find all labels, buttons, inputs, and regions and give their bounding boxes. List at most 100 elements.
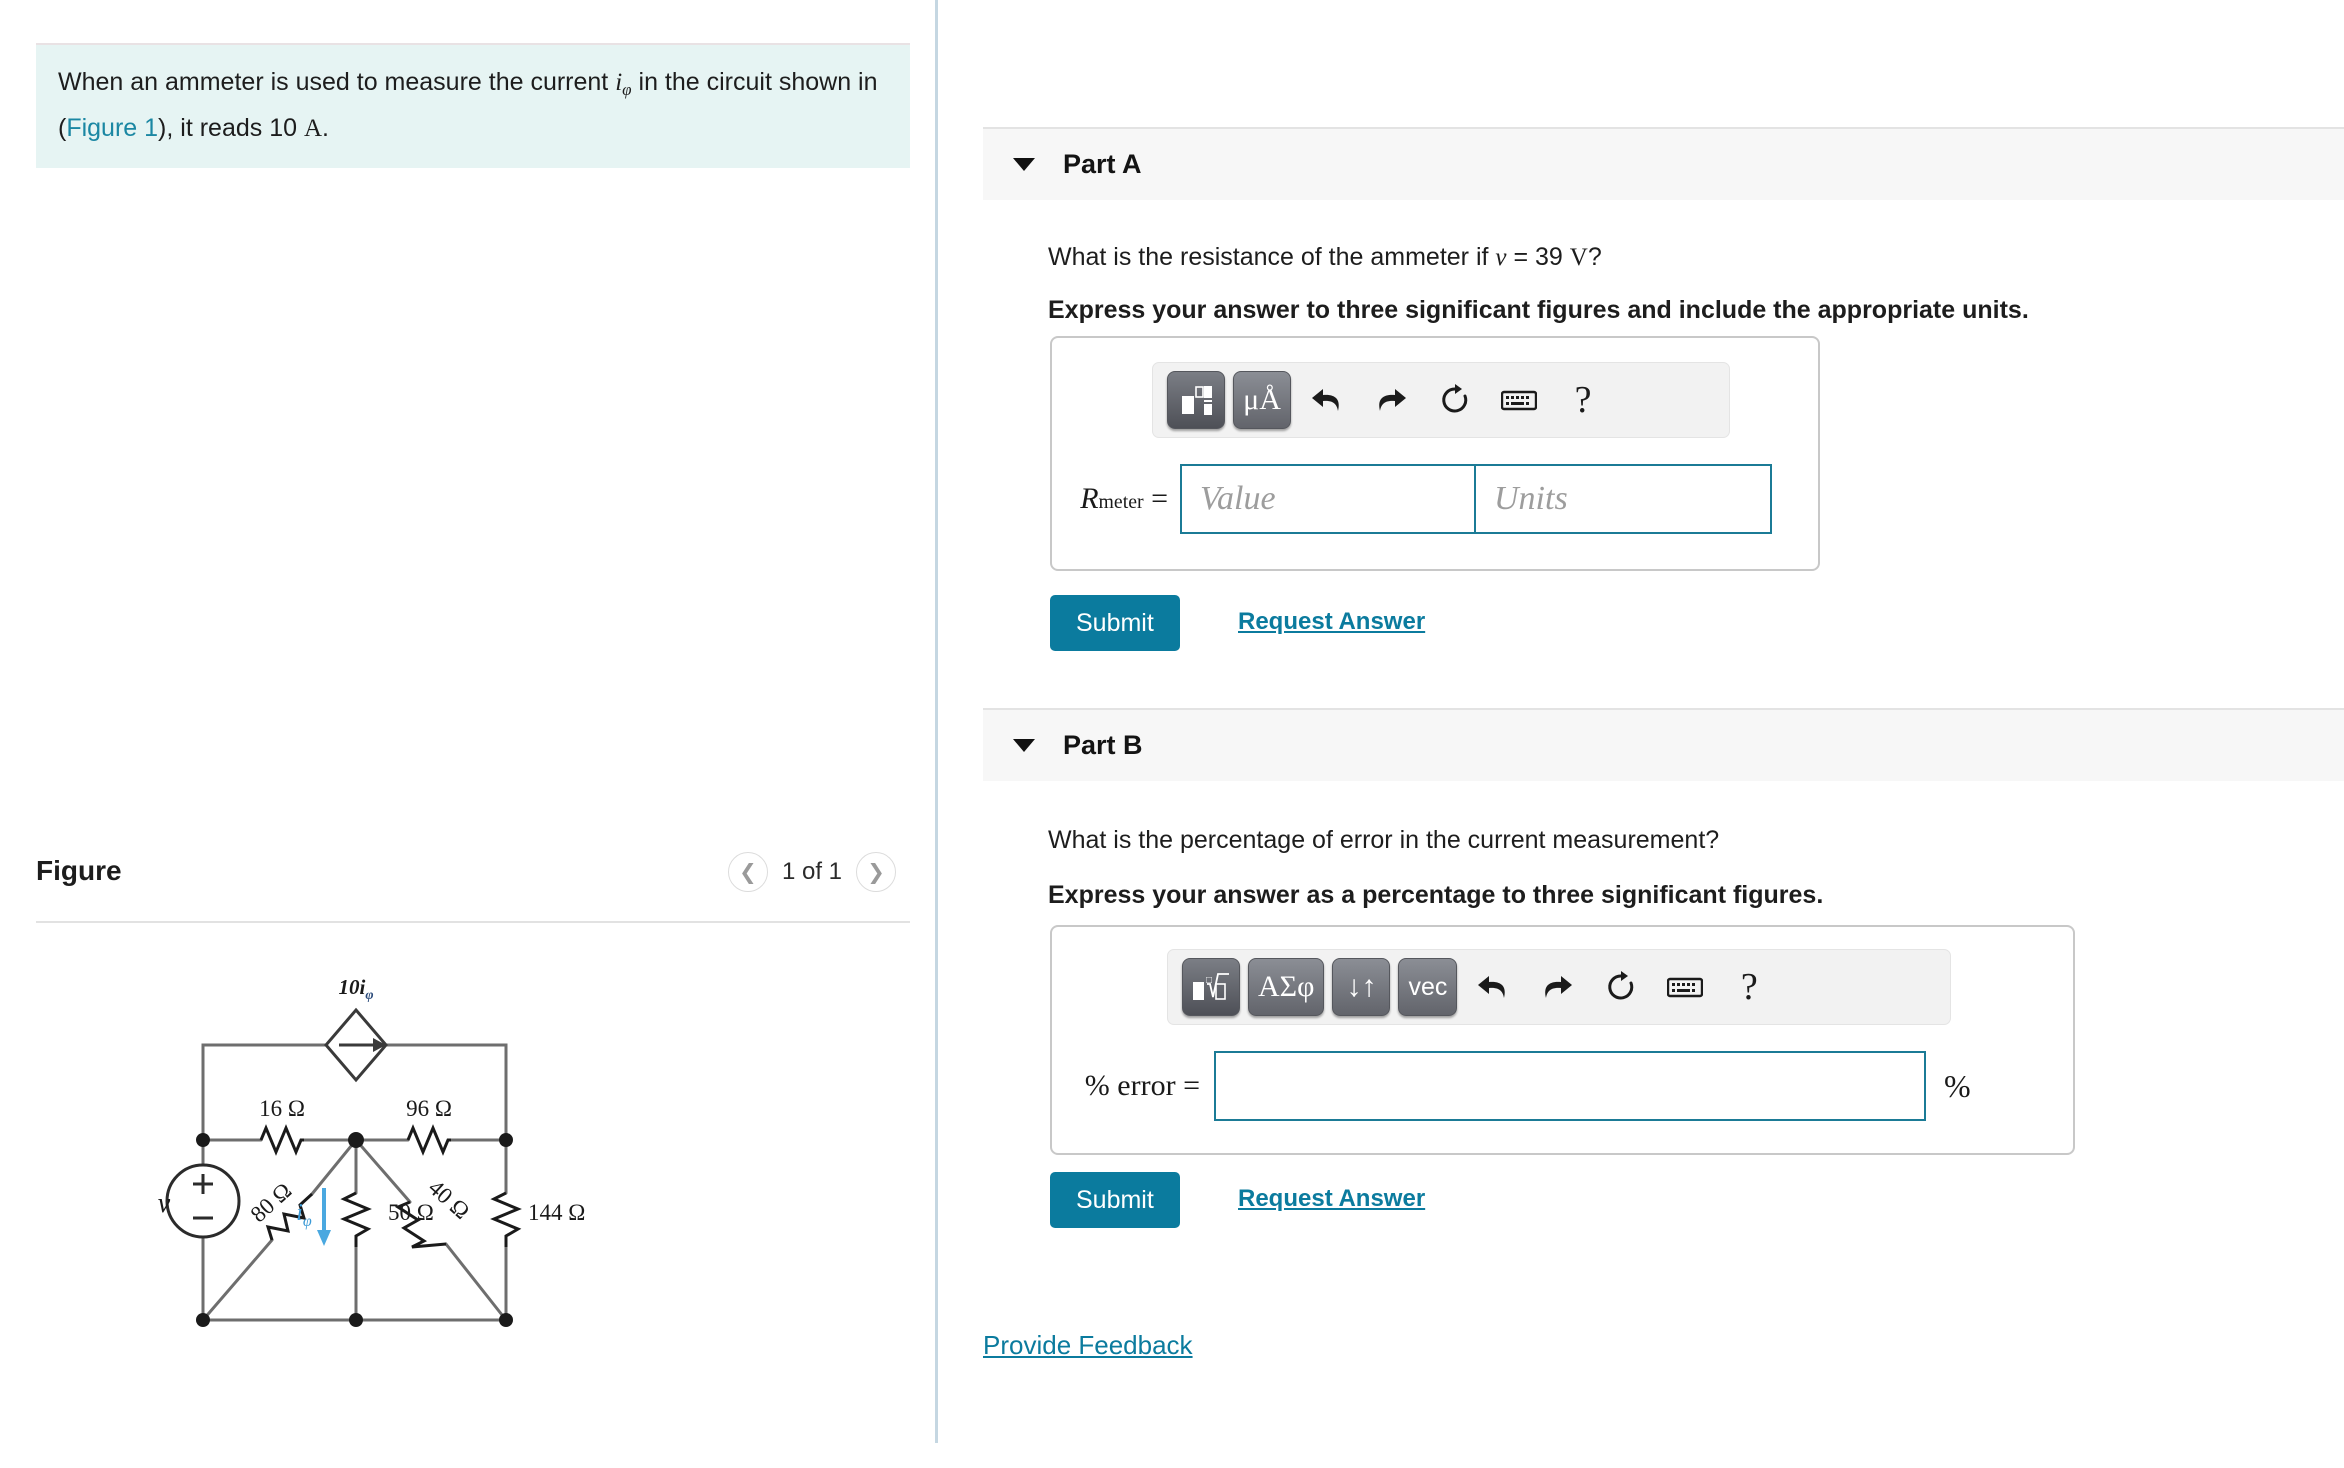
keyboard-icon[interactable] [1491, 372, 1547, 428]
reset-glyph [1608, 971, 1634, 1000]
part-a-label: Part A [1063, 149, 1142, 179]
wire-top-left [201, 1043, 328, 1142]
figure-divider [36, 921, 910, 923]
r-subscript: meter [1098, 491, 1144, 513]
r-symbol: R [1080, 482, 1099, 515]
redo-icon[interactable] [1529, 959, 1585, 1015]
help-glyph: ? [1740, 966, 1758, 1008]
part-b-math-toolbar: □ ΑΣφ ↓↑ vec ? [1167, 949, 1951, 1025]
reset-glyph [1442, 384, 1468, 413]
units-button-label: μÅ [1243, 383, 1281, 416]
help-glyph: ? [1574, 379, 1592, 421]
resistor-144-label: 144 Ω [528, 1200, 585, 1225]
vector-button-label: vec [1408, 972, 1448, 1001]
redo-glyph [1379, 389, 1406, 411]
chevron-left-icon[interactable]: ❮ [727, 852, 768, 892]
chevron-right-icon[interactable]: ❯ [856, 852, 896, 892]
figure-image[interactable]: 10iφ v 16 Ω 96 Ω 80 Ω 50 Ω 40 Ω 144 Ω iφ [36, 950, 910, 1380]
part-b-instruction: Express your answer as a percentage to t… [1048, 881, 1824, 909]
resistor-16-label: 16 Ω [259, 1096, 305, 1121]
figure-title: Figure [36, 855, 122, 886]
question-text-period: . [322, 113, 329, 142]
greek-button-label: ΑΣφ [1258, 970, 1315, 1003]
right-panel: Part A What is the resistance of the amm… [938, 0, 2344, 1468]
caret-down-icon[interactable] [1013, 158, 1035, 171]
wire-top-right [384, 1043, 508, 1142]
undo-icon[interactable] [1299, 372, 1355, 428]
figure-nav: ❮ 1 of 1 ❯ [727, 852, 896, 892]
resistor-80-label: 80 Ω [246, 1178, 297, 1227]
part-b-label: Part B [1063, 730, 1143, 760]
keyboard-glyph [1667, 977, 1704, 998]
part-a-unit-v: V [1569, 244, 1588, 271]
value-input[interactable] [1180, 464, 1476, 534]
part-a-answer-row: Rmeter = [1070, 464, 1800, 534]
part-a-question: What is the resistance of the ammeter if… [1048, 240, 1602, 275]
vector-button[interactable]: vec [1398, 958, 1458, 1016]
undo-glyph [1478, 976, 1506, 998]
template-button[interactable] [1167, 371, 1225, 429]
units-input[interactable] [1474, 464, 1772, 534]
caret-down-icon[interactable] [1013, 739, 1035, 752]
wire-40-a [354, 1138, 412, 1204]
undo-glyph [1312, 389, 1339, 411]
greek-button[interactable]: ΑΣφ [1248, 958, 1325, 1016]
left-panel: When an ammeter is used to measure the c… [0, 0, 935, 1468]
node-bottom-right [499, 1313, 513, 1327]
dependent-source-label: 10iφ [338, 975, 373, 1003]
template-root-button[interactable]: □ [1182, 958, 1240, 1016]
current-label-iphi: iφ [296, 1200, 312, 1230]
question-text-part3: ), it reads 10 [158, 113, 304, 142]
template-root-icon: □ [1193, 973, 1229, 1000]
part-b-answer-row: % error = % [1068, 1051, 2068, 1121]
figure-counter: 1 of 1 [781, 858, 842, 885]
arrows-button[interactable]: ↓↑ [1332, 958, 1391, 1016]
resistor-50-label: 50 Ω [388, 1200, 434, 1225]
units-button[interactable]: μÅ [1233, 371, 1291, 429]
resistor-16 [259, 1124, 304, 1156]
node-center [348, 1132, 364, 1148]
voltage-source [165, 1163, 241, 1239]
resistor-144 [490, 1191, 522, 1247]
redo-icon[interactable] [1363, 372, 1419, 428]
resistor-96-label: 96 Ω [406, 1096, 452, 1121]
keyboard-glyph [1501, 390, 1537, 411]
current-arrow-iphi [317, 1188, 331, 1246]
wire-80-a [201, 1238, 274, 1322]
part-a-submit-button[interactable]: Submit [1050, 595, 1180, 651]
page-root: When an ammeter is used to measure the c… [0, 0, 2344, 1468]
help-icon[interactable]: ? [1555, 372, 1611, 428]
resistor-96 [406, 1124, 451, 1156]
question-statement-box: When an ammeter is used to measure the c… [36, 43, 910, 168]
percent-suffix: % [1944, 1067, 1971, 1104]
figure-1-link[interactable]: Figure 1 [66, 114, 158, 142]
unit-ampere: A [303, 114, 323, 142]
part-a-answer-label: Rmeter = [1070, 482, 1168, 516]
question-text: When an ammeter is used to measure the c… [58, 63, 888, 148]
part-a-answer-panel: μÅ ? Rmeter = Value Units [1050, 336, 1820, 571]
provide-feedback-link[interactable]: Provide Feedback [983, 1330, 1193, 1361]
figure-header: Figure ❮ 1 of 1 ❯ [36, 852, 910, 913]
dependent-current-source [324, 1007, 388, 1083]
wire-80-b [310, 1138, 358, 1196]
part-a-instruction: Express your answer to three significant… [1048, 296, 2029, 324]
part-b-header[interactable]: Part B [983, 708, 2344, 781]
part-b-request-answer-link[interactable]: Request Answer [1238, 1185, 1425, 1213]
undo-icon[interactable] [1465, 959, 1521, 1015]
r-equals: = [1143, 482, 1168, 515]
reset-icon[interactable] [1427, 372, 1483, 428]
part-a-qmark: ? [1587, 243, 1602, 271]
reset-icon[interactable] [1593, 959, 1649, 1015]
part-b-submit-button[interactable]: Submit [1050, 1172, 1180, 1228]
part-a-question-text: What is the resistance of the ammeter if [1048, 243, 1496, 271]
part-a-var-v: v [1495, 244, 1507, 271]
help-icon[interactable]: ? [1721, 959, 1777, 1015]
keyboard-icon[interactable] [1657, 959, 1713, 1015]
percent-error-input[interactable] [1214, 1051, 1926, 1121]
part-a-request-answer-link[interactable]: Request Answer [1238, 608, 1425, 636]
resistor-50 [340, 1191, 372, 1247]
part-a-header[interactable]: Part A [983, 127, 2344, 200]
part-b-answer-label: % error = [1084, 1069, 1200, 1102]
voltage-source-label: v [158, 1188, 171, 1219]
template-icon [1182, 386, 1212, 415]
